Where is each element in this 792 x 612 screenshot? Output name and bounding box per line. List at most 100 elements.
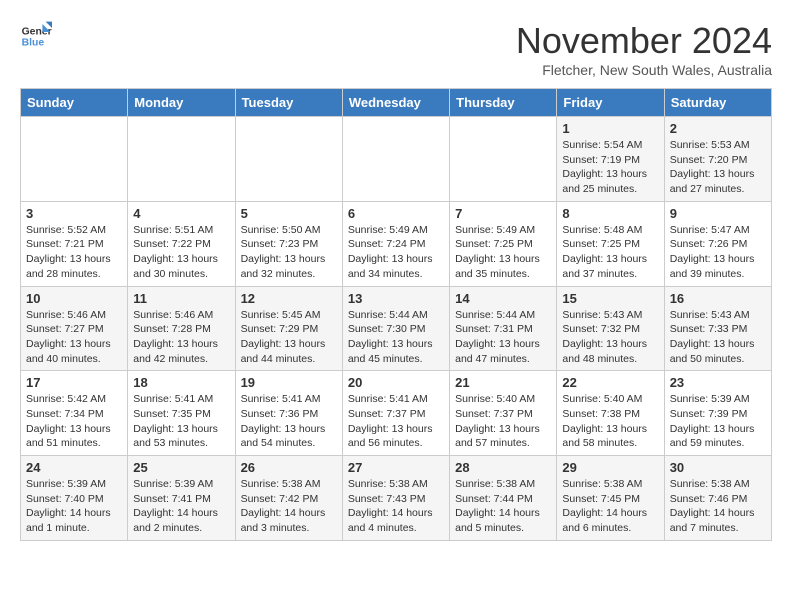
day-info: Sunrise: 5:41 AM Sunset: 7:37 PM Dayligh…: [348, 392, 444, 451]
calendar-cell: 29 Sunrise: 5:38 AM Sunset: 7:45 PM Dayli…: [557, 456, 664, 541]
day-number: 14: [455, 291, 551, 306]
day-info: Sunrise: 5:39 AM Sunset: 7:39 PM Dayligh…: [670, 392, 766, 451]
day-info: Sunrise: 5:44 AM Sunset: 7:31 PM Dayligh…: [455, 308, 551, 367]
page-header: General Blue November 2024 Fletcher, New…: [20, 20, 772, 78]
day-info: Sunrise: 5:38 AM Sunset: 7:44 PM Dayligh…: [455, 477, 551, 536]
calendar-cell: 11Sunrise: 5:46 AM Sunset: 7:28 PM Dayli…: [128, 286, 235, 371]
location: Fletcher, New South Wales, Australia: [516, 62, 772, 78]
weekday-header-row: SundayMondayTuesdayWednesdayThursdayFrid…: [21, 89, 772, 117]
calendar-cell: 23 Sunrise: 5:39 AM Sunset: 7:39 PM Dayli…: [664, 371, 771, 456]
calendar-cell: 15Sunrise: 5:43 AM Sunset: 7:32 PM Dayli…: [557, 286, 664, 371]
day-info: Sunrise: 5:39 AM Sunset: 7:41 PM Dayligh…: [133, 477, 229, 536]
day-info: Sunrise: 5:54 AM Sunset: 7:19 PM Dayligh…: [562, 138, 658, 197]
day-number: 16: [670, 291, 766, 306]
day-number: 24: [26, 460, 122, 475]
calendar-cell: [21, 117, 128, 202]
calendar-cell: 19 Sunrise: 5:41 AM Sunset: 7:36 PM Dayli…: [235, 371, 342, 456]
calendar-cell: 7Sunrise: 5:49 AM Sunset: 7:25 PM Daylig…: [450, 201, 557, 286]
day-info: Sunrise: 5:49 AM Sunset: 7:24 PM Dayligh…: [348, 223, 444, 282]
calendar-cell: 16 Sunrise: 5:43 AM Sunset: 7:33 PM Dayli…: [664, 286, 771, 371]
calendar-cell: 1 Sunrise: 5:54 AM Sunset: 7:19 PM Daylig…: [557, 117, 664, 202]
day-number: 28: [455, 460, 551, 475]
month-title: November 2024: [516, 20, 772, 62]
calendar-cell: 18Sunrise: 5:41 AM Sunset: 7:35 PM Dayli…: [128, 371, 235, 456]
calendar-cell: 21Sunrise: 5:40 AM Sunset: 7:37 PM Dayli…: [450, 371, 557, 456]
calendar-cell: 3Sunrise: 5:52 AM Sunset: 7:21 PM Daylig…: [21, 201, 128, 286]
day-number: 4: [133, 206, 229, 221]
weekday-header-saturday: Saturday: [664, 89, 771, 117]
weekday-header-monday: Monday: [128, 89, 235, 117]
day-info: Sunrise: 5:53 AM Sunset: 7:20 PM Dayligh…: [670, 138, 766, 197]
calendar-cell: 28 Sunrise: 5:38 AM Sunset: 7:44 PM Dayli…: [450, 456, 557, 541]
day-number: 19: [241, 375, 337, 390]
calendar-cell: 6 Sunrise: 5:49 AM Sunset: 7:24 PM Daylig…: [342, 201, 449, 286]
day-info: Sunrise: 5:48 AM Sunset: 7:25 PM Dayligh…: [562, 223, 658, 282]
calendar-table: SundayMondayTuesdayWednesdayThursdayFrid…: [20, 88, 772, 541]
day-number: 22: [562, 375, 658, 390]
calendar-cell: 25Sunrise: 5:39 AM Sunset: 7:41 PM Dayli…: [128, 456, 235, 541]
day-info: Sunrise: 5:46 AM Sunset: 7:28 PM Dayligh…: [133, 308, 229, 367]
weekday-header-friday: Friday: [557, 89, 664, 117]
calendar-cell: 17 Sunrise: 5:42 AM Sunset: 7:34 PM Dayli…: [21, 371, 128, 456]
day-info: Sunrise: 5:38 AM Sunset: 7:43 PM Dayligh…: [348, 477, 444, 536]
week-row-5: 24Sunrise: 5:39 AM Sunset: 7:40 PM Dayli…: [21, 456, 772, 541]
day-number: 23: [670, 375, 766, 390]
day-info: Sunrise: 5:40 AM Sunset: 7:37 PM Dayligh…: [455, 392, 551, 451]
calendar-cell: [450, 117, 557, 202]
day-info: Sunrise: 5:47 AM Sunset: 7:26 PM Dayligh…: [670, 223, 766, 282]
calendar-cell: 24Sunrise: 5:39 AM Sunset: 7:40 PM Dayli…: [21, 456, 128, 541]
day-number: 2: [670, 121, 766, 136]
week-row-4: 17 Sunrise: 5:42 AM Sunset: 7:34 PM Dayli…: [21, 371, 772, 456]
day-number: 27: [348, 460, 444, 475]
day-info: Sunrise: 5:52 AM Sunset: 7:21 PM Dayligh…: [26, 223, 122, 282]
weekday-header-wednesday: Wednesday: [342, 89, 449, 117]
weekday-header-thursday: Thursday: [450, 89, 557, 117]
week-row-1: 1 Sunrise: 5:54 AM Sunset: 7:19 PM Daylig…: [21, 117, 772, 202]
svg-text:Blue: Blue: [22, 38, 45, 49]
day-info: Sunrise: 5:40 AM Sunset: 7:38 PM Dayligh…: [562, 392, 658, 451]
day-info: Sunrise: 5:38 AM Sunset: 7:45 PM Dayligh…: [562, 477, 658, 536]
calendar-cell: 10Sunrise: 5:46 AM Sunset: 7:27 PM Dayli…: [21, 286, 128, 371]
calendar-cell: [342, 117, 449, 202]
day-number: 5: [241, 206, 337, 221]
day-info: Sunrise: 5:46 AM Sunset: 7:27 PM Dayligh…: [26, 308, 122, 367]
calendar-cell: 26Sunrise: 5:38 AM Sunset: 7:42 PM Dayli…: [235, 456, 342, 541]
weekday-header-sunday: Sunday: [21, 89, 128, 117]
day-number: 1: [562, 121, 658, 136]
calendar-cell: 5Sunrise: 5:50 AM Sunset: 7:23 PM Daylig…: [235, 201, 342, 286]
week-row-3: 10Sunrise: 5:46 AM Sunset: 7:27 PM Dayli…: [21, 286, 772, 371]
day-info: Sunrise: 5:44 AM Sunset: 7:30 PM Dayligh…: [348, 308, 444, 367]
day-info: Sunrise: 5:41 AM Sunset: 7:36 PM Dayligh…: [241, 392, 337, 451]
calendar-cell: 12 Sunrise: 5:45 AM Sunset: 7:29 PM Dayli…: [235, 286, 342, 371]
week-row-2: 3Sunrise: 5:52 AM Sunset: 7:21 PM Daylig…: [21, 201, 772, 286]
day-info: Sunrise: 5:45 AM Sunset: 7:29 PM Dayligh…: [241, 308, 337, 367]
day-number: 12: [241, 291, 337, 306]
logo: General Blue: [20, 20, 52, 52]
weekday-header-tuesday: Tuesday: [235, 89, 342, 117]
day-number: 6: [348, 206, 444, 221]
day-number: 29: [562, 460, 658, 475]
calendar-cell: 20Sunrise: 5:41 AM Sunset: 7:37 PM Dayli…: [342, 371, 449, 456]
calendar-cell: 30Sunrise: 5:38 AM Sunset: 7:46 PM Dayli…: [664, 456, 771, 541]
day-info: Sunrise: 5:49 AM Sunset: 7:25 PM Dayligh…: [455, 223, 551, 282]
day-info: Sunrise: 5:41 AM Sunset: 7:35 PM Dayligh…: [133, 392, 229, 451]
calendar-cell: [128, 117, 235, 202]
calendar-cell: 8Sunrise: 5:48 AM Sunset: 7:25 PM Daylig…: [557, 201, 664, 286]
calendar-cell: 9 Sunrise: 5:47 AM Sunset: 7:26 PM Daylig…: [664, 201, 771, 286]
day-info: Sunrise: 5:42 AM Sunset: 7:34 PM Dayligh…: [26, 392, 122, 451]
calendar-cell: 27 Sunrise: 5:38 AM Sunset: 7:43 PM Dayli…: [342, 456, 449, 541]
calendar-cell: 22 Sunrise: 5:40 AM Sunset: 7:38 PM Dayli…: [557, 371, 664, 456]
calendar-cell: 2 Sunrise: 5:53 AM Sunset: 7:20 PM Daylig…: [664, 117, 771, 202]
day-info: Sunrise: 5:38 AM Sunset: 7:46 PM Dayligh…: [670, 477, 766, 536]
day-number: 15: [562, 291, 658, 306]
calendar-cell: [235, 117, 342, 202]
day-number: 13: [348, 291, 444, 306]
logo-icon: General Blue: [20, 20, 52, 52]
day-number: 26: [241, 460, 337, 475]
day-info: Sunrise: 5:43 AM Sunset: 7:33 PM Dayligh…: [670, 308, 766, 367]
title-block: November 2024 Fletcher, New South Wales,…: [516, 20, 772, 78]
day-number: 17: [26, 375, 122, 390]
calendar-cell: 14 Sunrise: 5:44 AM Sunset: 7:31 PM Dayli…: [450, 286, 557, 371]
calendar-cell: 4Sunrise: 5:51 AM Sunset: 7:22 PM Daylig…: [128, 201, 235, 286]
day-number: 9: [670, 206, 766, 221]
